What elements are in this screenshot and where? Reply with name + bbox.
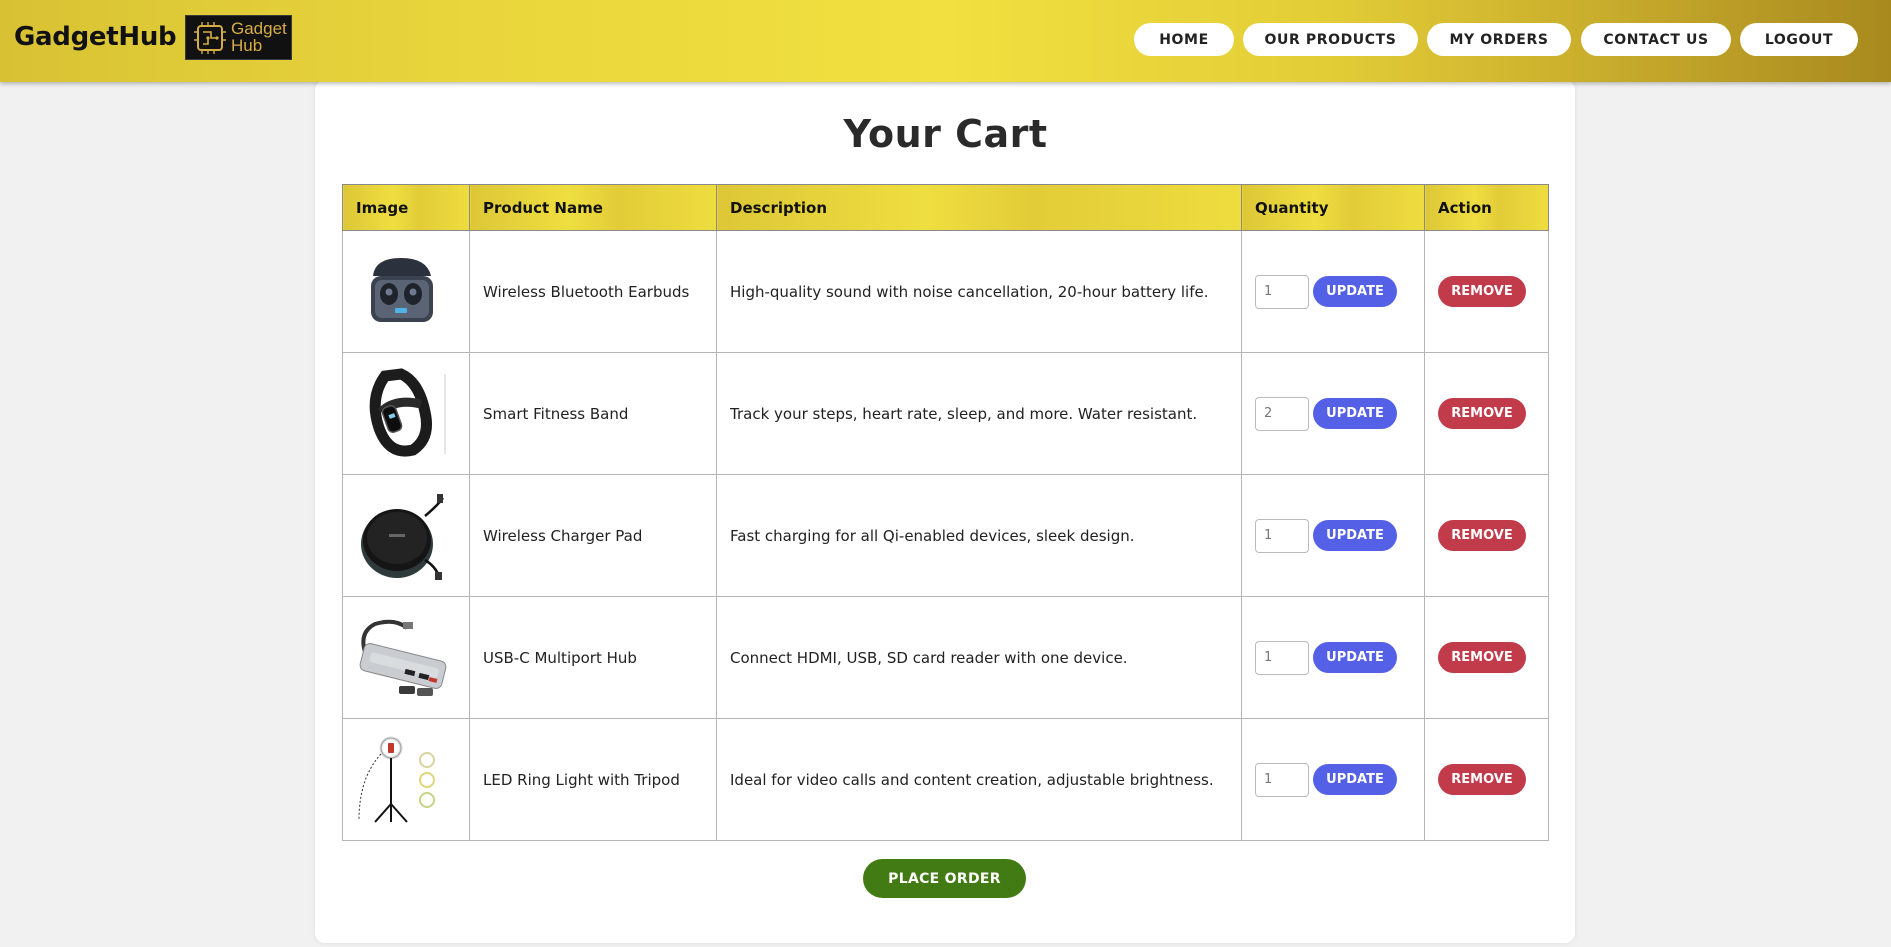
table-row: Wireless Charger Pad Fast charging for a… xyxy=(342,474,1549,597)
image-cell xyxy=(342,474,470,597)
remove-button[interactable]: REMOVE xyxy=(1438,520,1526,551)
quantity-cell: UPDATE xyxy=(1241,596,1425,719)
table-header-row: Image Product Name Description Quantity … xyxy=(342,184,1549,231)
update-button[interactable]: UPDATE xyxy=(1313,642,1397,673)
table-row: USB-C Multiport Hub Connect HDMI, USB, S… xyxy=(342,596,1549,719)
action-cell: REMOVE xyxy=(1424,352,1549,475)
quantity-cell: UPDATE xyxy=(1241,352,1425,475)
action-cell: REMOVE xyxy=(1424,718,1549,841)
page-title: Your Cart xyxy=(843,112,1048,156)
image-cell xyxy=(342,352,470,475)
quantity-input[interactable] xyxy=(1255,518,1309,553)
table-row: LED Ring Light with Tripod Ideal for vid… xyxy=(342,718,1549,841)
column-header-image: Image xyxy=(342,184,470,231)
column-header-action: Action xyxy=(1424,184,1549,231)
image-cell xyxy=(342,230,470,353)
main-nav: HOME OUR PRODUCTS MY ORDERS CONTACT US L… xyxy=(0,23,1891,57)
remove-button[interactable]: REMOVE xyxy=(1438,764,1526,795)
product-name: Smart Fitness Band xyxy=(469,352,717,475)
product-name: LED Ring Light with Tripod xyxy=(469,718,717,841)
update-button[interactable]: UPDATE xyxy=(1313,276,1397,307)
table-row: Smart Fitness Band Track your steps, hea… xyxy=(342,352,1549,475)
action-cell: REMOVE xyxy=(1424,596,1549,719)
product-description: High-quality sound with noise cancellati… xyxy=(716,230,1242,353)
fitness-band-icon xyxy=(369,367,446,456)
column-header-description: Description xyxy=(716,184,1242,231)
product-name: Wireless Bluetooth Earbuds xyxy=(469,230,717,353)
quantity-input[interactable] xyxy=(1255,762,1309,797)
table-row: Wireless Bluetooth Earbuds High-quality … xyxy=(342,230,1549,353)
product-description: Fast charging for all Qi-enabled devices… xyxy=(716,474,1242,597)
charger-pad-icon xyxy=(361,493,444,580)
product-name: USB-C Multiport Hub xyxy=(469,596,717,719)
product-description: Track your steps, heart rate, sleep, and… xyxy=(716,352,1242,475)
product-name: Wireless Charger Pad xyxy=(469,474,717,597)
place-order-button[interactable]: PLACE ORDER xyxy=(863,859,1026,898)
image-cell xyxy=(342,718,470,841)
nav-home[interactable]: HOME xyxy=(1134,23,1234,56)
nav-our-products[interactable]: OUR PRODUCTS xyxy=(1243,23,1418,56)
remove-button[interactable]: REMOVE xyxy=(1438,642,1526,673)
remove-button[interactable]: REMOVE xyxy=(1438,276,1526,307)
nav-logout[interactable]: LOGOUT xyxy=(1740,23,1858,56)
action-cell: REMOVE xyxy=(1424,230,1549,353)
quantity-input[interactable] xyxy=(1255,396,1309,431)
image-cell xyxy=(342,596,470,719)
column-header-product-name: Product Name xyxy=(469,184,717,231)
product-description: Connect HDMI, USB, SD card reader with o… xyxy=(716,596,1242,719)
update-button[interactable]: UPDATE xyxy=(1313,764,1397,795)
update-button[interactable]: UPDATE xyxy=(1313,398,1397,429)
nav-my-orders[interactable]: MY ORDERS xyxy=(1427,23,1571,56)
nav-contact-us[interactable]: CONTACT US xyxy=(1581,23,1731,56)
quantity-cell: UPDATE xyxy=(1241,230,1425,353)
product-description: Ideal for video calls and content creati… xyxy=(716,718,1242,841)
site-header: GadgetHub Gadget Hub HOME OUR PRODUCTS M… xyxy=(0,0,1891,82)
remove-button[interactable]: REMOVE xyxy=(1438,398,1526,429)
quantity-input[interactable] xyxy=(1255,640,1309,675)
usb-hub-icon xyxy=(359,619,447,696)
quantity-cell: UPDATE xyxy=(1241,718,1425,841)
quantity-cell: UPDATE xyxy=(1241,474,1425,597)
earbuds-icon xyxy=(371,257,433,322)
action-cell: REMOVE xyxy=(1424,474,1549,597)
ring-light-icon xyxy=(358,736,435,823)
cart-table: Image Product Name Description Quantity … xyxy=(342,184,1549,841)
update-button[interactable]: UPDATE xyxy=(1313,520,1397,551)
quantity-input[interactable] xyxy=(1255,274,1309,309)
column-header-quantity: Quantity xyxy=(1241,184,1425,231)
